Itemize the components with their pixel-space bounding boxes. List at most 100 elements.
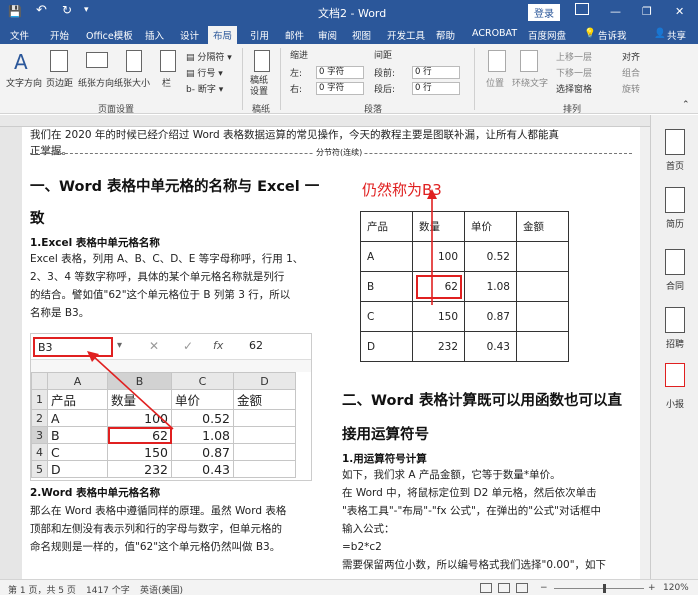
zoom-slider[interactable] bbox=[554, 588, 644, 589]
paper-size-icon[interactable] bbox=[126, 50, 142, 72]
table-cell[interactable]: 0.52 bbox=[464, 241, 517, 272]
web-layout-icon[interactable] bbox=[516, 583, 528, 593]
table-cell[interactable]: 0.43 bbox=[464, 331, 517, 362]
tab-layout[interactable]: 布局 bbox=[208, 26, 238, 44]
panel-recruit[interactable]: 招聘 bbox=[651, 337, 698, 350]
panel-resume[interactable]: 简历 bbox=[651, 217, 698, 230]
share-icon[interactable]: 👤 bbox=[654, 28, 666, 39]
share-button[interactable]: 共享 bbox=[667, 28, 686, 42]
read-mode-icon[interactable] bbox=[480, 583, 492, 593]
tab-design[interactable]: 设计 bbox=[180, 28, 199, 42]
save-icon[interactable]: 💾 bbox=[8, 5, 22, 18]
newsletter-icon[interactable] bbox=[665, 363, 685, 387]
zoom-out-button[interactable]: − bbox=[540, 583, 548, 593]
text-direction-button[interactable]: 文字方向 bbox=[6, 76, 42, 89]
indent-left-input[interactable]: 0 字符 bbox=[316, 66, 364, 79]
text-direction-icon[interactable]: A bbox=[14, 50, 28, 74]
tab-file[interactable]: 文件 bbox=[10, 28, 29, 42]
table-cell[interactable]: 产品 bbox=[360, 211, 413, 242]
table-cell[interactable] bbox=[516, 301, 569, 332]
tab-mailings[interactable]: 邮件 bbox=[285, 28, 304, 42]
login-button[interactable]: 登录 bbox=[528, 4, 560, 21]
columns-icon[interactable] bbox=[160, 50, 176, 72]
collapse-ribbon-icon[interactable]: ⌃ bbox=[682, 100, 690, 110]
tab-home[interactable]: 开始 bbox=[50, 28, 69, 42]
wrap-text-icon[interactable] bbox=[520, 50, 538, 72]
vertical-scrollbar[interactable] bbox=[640, 127, 650, 579]
draft-paper-icon[interactable] bbox=[254, 50, 270, 72]
home-icon[interactable] bbox=[665, 129, 685, 155]
ribbon-display-options-icon[interactable] bbox=[575, 3, 589, 15]
redo-icon[interactable]: ↻ bbox=[62, 3, 72, 17]
table-cell[interactable]: D bbox=[360, 331, 413, 362]
tab-help[interactable]: 帮助 bbox=[436, 28, 455, 42]
page-count[interactable]: 第 1 页，共 5 页 bbox=[8, 583, 76, 596]
print-layout-icon[interactable] bbox=[498, 583, 510, 593]
table-cell[interactable]: 1.08 bbox=[464, 271, 517, 302]
table-cell[interactable] bbox=[516, 241, 569, 272]
size-button[interactable]: 纸张大小 bbox=[114, 76, 150, 89]
panel-newsletter[interactable]: 小报 bbox=[651, 397, 698, 410]
resume-icon[interactable] bbox=[665, 187, 685, 213]
position-icon[interactable] bbox=[488, 50, 506, 72]
indent-right-input[interactable]: 0 字符 bbox=[316, 82, 364, 95]
tab-acrobat[interactable]: ACROBAT bbox=[472, 28, 517, 39]
spacing-after-input[interactable]: 0 行 bbox=[412, 82, 460, 95]
language-indicator[interactable]: 英语(美国) bbox=[140, 583, 183, 596]
table-cell[interactable]: C bbox=[360, 301, 413, 332]
paragraph-line: Excel 表格，列用 A、B、C、D、E 等字母称呼，行用 1、 bbox=[30, 253, 304, 265]
lightbulb-icon[interactable]: 💡 bbox=[584, 28, 596, 39]
orientation-button[interactable]: 纸张方向 bbox=[78, 76, 114, 89]
tell-me-box[interactable]: 告诉我 bbox=[598, 28, 627, 42]
margins-button[interactable]: 页边距 bbox=[46, 76, 73, 89]
horizontal-ruler[interactable] bbox=[0, 115, 698, 127]
divider bbox=[474, 48, 475, 110]
align-button[interactable]: 对齐 bbox=[622, 50, 640, 63]
undo-icon[interactable]: ↶ bbox=[36, 3, 47, 18]
table-cell[interactable]: 金额 bbox=[516, 211, 569, 242]
line-numbers-button[interactable]: ▤ 行号 ▾ bbox=[186, 66, 223, 79]
tab-review[interactable]: 审阅 bbox=[318, 28, 337, 42]
position-button[interactable]: 位置 bbox=[486, 76, 504, 89]
rotate-button[interactable]: 旋转 bbox=[622, 82, 640, 95]
zoom-in-button[interactable]: + bbox=[648, 583, 656, 593]
table-cell[interactable] bbox=[516, 271, 569, 302]
callout-arrow bbox=[427, 189, 437, 305]
panel-home[interactable]: 首页 bbox=[651, 159, 698, 172]
orientation-icon[interactable] bbox=[86, 52, 108, 68]
send-backward-button[interactable]: 下移一层 bbox=[556, 66, 592, 79]
spacing-before-input[interactable]: 0 行 bbox=[412, 66, 460, 79]
columns-button[interactable]: 栏 bbox=[162, 76, 171, 89]
group-button[interactable]: 组合 bbox=[622, 66, 640, 79]
panel-contract[interactable]: 合同 bbox=[651, 279, 698, 292]
contract-icon[interactable] bbox=[665, 249, 685, 275]
close-button[interactable]: ✕ bbox=[675, 5, 684, 18]
draft-settings-button[interactable]: 稿纸设置 bbox=[250, 76, 274, 98]
table-cell[interactable]: 0.87 bbox=[464, 301, 517, 332]
table-cell[interactable]: 单价 bbox=[464, 211, 517, 242]
selection-pane-button[interactable]: 选择窗格 bbox=[556, 82, 592, 95]
tab-view[interactable]: 视图 bbox=[352, 28, 371, 42]
word-count[interactable]: 1417 个字 bbox=[86, 583, 130, 596]
restore-button[interactable]: ❐ bbox=[642, 5, 652, 18]
minimize-button[interactable]: — bbox=[610, 5, 621, 18]
customize-toolbar-icon[interactable]: ▾ bbox=[84, 5, 89, 15]
margins-icon[interactable] bbox=[50, 50, 68, 72]
tab-insert[interactable]: 插入 bbox=[145, 28, 164, 42]
breaks-button[interactable]: ▤ 分隔符 ▾ bbox=[186, 50, 232, 63]
table-cell[interactable]: B bbox=[360, 271, 413, 302]
table-cell[interactable]: 232 bbox=[412, 331, 465, 362]
tab-baidu-netdisk[interactable]: 百度网盘 bbox=[528, 28, 566, 42]
wrap-text-button[interactable]: 环绕文字 bbox=[512, 76, 548, 89]
hyphenation-button[interactable]: b- 断字 ▾ bbox=[186, 82, 223, 95]
bring-forward-button[interactable]: 上移一层 bbox=[556, 50, 592, 63]
word-table[interactable]: 产品 数量 单价 金额 A 100 0.52 B 62 1.08 C 150 0.87 D 232 0… bbox=[360, 211, 569, 362]
tab-references[interactable]: 引用 bbox=[250, 28, 269, 42]
zoom-level[interactable]: 120% bbox=[663, 583, 689, 593]
recruit-icon[interactable] bbox=[665, 307, 685, 333]
tab-developer[interactable]: 开发工具 bbox=[387, 28, 425, 42]
zoom-slider-thumb[interactable] bbox=[603, 584, 606, 593]
table-cell[interactable]: A bbox=[360, 241, 413, 272]
table-cell[interactable] bbox=[516, 331, 569, 362]
tab-office-templates[interactable]: Office模板 bbox=[86, 28, 133, 42]
